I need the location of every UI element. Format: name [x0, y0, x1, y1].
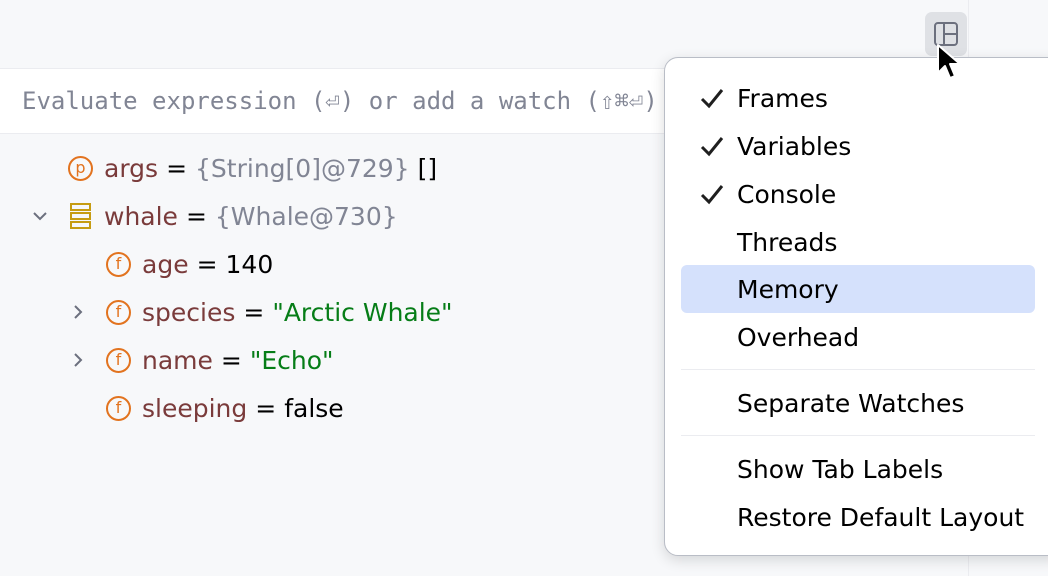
chevron-right-icon[interactable]	[68, 350, 88, 370]
equals-sign: =	[243, 297, 265, 327]
menu-item-console[interactable]: Console	[681, 170, 1035, 218]
equals-sign: =	[166, 153, 188, 183]
menu-item-label: Restore Default Layout	[737, 502, 1025, 532]
variable-value: "Echo"	[249, 345, 334, 375]
menu-item-threads[interactable]: Threads	[681, 218, 1035, 266]
menu-item-memory[interactable]: Memory	[681, 265, 1035, 313]
variable-name: whale	[104, 201, 178, 231]
field-icon: f	[106, 347, 131, 373]
field-icon: f	[106, 299, 131, 325]
menu-item-separate-watches[interactable]: Separate Watches	[681, 379, 1035, 427]
stack-icon	[70, 203, 91, 229]
menu-separator	[681, 369, 1035, 370]
variable-name: age	[142, 249, 189, 279]
variable-row-args[interactable]: p args = {String[0]@729} []	[68, 144, 437, 192]
field-icon: f	[106, 251, 131, 277]
menu-item-overhead[interactable]: Overhead	[681, 313, 1035, 361]
variable-name: sleeping	[142, 393, 248, 423]
menu-item-label: Separate Watches	[737, 388, 965, 418]
mouse-cursor-icon	[937, 44, 961, 79]
variable-name: args	[104, 153, 159, 183]
checkmark-icon	[700, 185, 724, 205]
variable-value: {Whale@730}	[214, 201, 398, 231]
variable-row-species[interactable]: f species = "Arctic Whale"	[106, 288, 453, 336]
variable-value: {String[0]@729}	[195, 153, 410, 183]
menu-item-restore-default-layout[interactable]: Restore Default Layout	[681, 493, 1035, 541]
menu-item-label: Variables	[737, 131, 852, 161]
variable-value: false	[284, 393, 344, 423]
chevron-down-icon[interactable]	[30, 206, 50, 226]
variable-row-whale[interactable]: whale = {Whale@730}	[68, 192, 398, 240]
equals-sign: =	[185, 201, 207, 231]
menu-item-frames[interactable]: Frames	[681, 74, 1035, 122]
menu-item-label: Memory	[737, 274, 839, 304]
variable-row-sleeping[interactable]: f sleeping = false	[106, 384, 344, 432]
variable-value: 140	[225, 249, 274, 279]
chevron-right-icon[interactable]	[68, 302, 88, 322]
menu-item-show-tab-labels[interactable]: Show Tab Labels	[681, 445, 1035, 493]
variable-name: name	[142, 345, 213, 375]
variable-row-age[interactable]: f age = 140	[106, 240, 273, 288]
checkmark-icon	[700, 89, 724, 109]
variable-extra: []	[417, 153, 438, 183]
menu-item-label: Threads	[737, 227, 838, 257]
checkmark-icon	[700, 137, 724, 157]
menu-item-label: Console	[737, 179, 837, 209]
layout-settings-menu: Frames Variables Console Threads Memory …	[664, 57, 1048, 556]
equals-sign: =	[196, 249, 218, 279]
variable-row-name[interactable]: f name = "Echo"	[106, 336, 334, 384]
equals-sign: =	[255, 393, 277, 423]
parameter-icon: p	[68, 155, 93, 181]
field-icon: f	[106, 395, 131, 421]
menu-item-label: Show Tab Labels	[737, 454, 944, 484]
menu-item-label: Frames	[737, 83, 828, 113]
equals-sign: =	[220, 345, 242, 375]
variable-name: species	[142, 297, 236, 327]
variable-value: "Arctic Whale"	[272, 297, 453, 327]
menu-item-label: Overhead	[737, 322, 860, 352]
menu-item-variables[interactable]: Variables	[681, 122, 1035, 170]
menu-separator	[681, 435, 1035, 436]
